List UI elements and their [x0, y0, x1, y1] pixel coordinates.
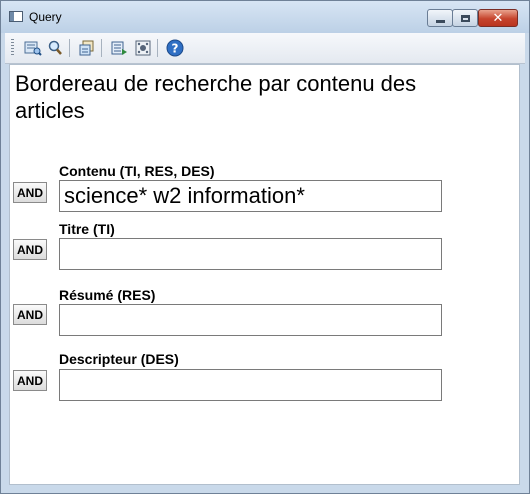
- app-icon: [9, 11, 23, 22]
- help-icon[interactable]: ?: [165, 38, 185, 58]
- close-button[interactable]: ✕: [478, 9, 518, 27]
- history-icon[interactable]: [77, 38, 97, 58]
- descripteur-label: Descripteur (DES): [59, 351, 179, 367]
- minimize-icon: [435, 19, 445, 23]
- query-form: Bordereau de recherche par contenu des a…: [9, 64, 520, 485]
- titre-input[interactable]: [59, 238, 442, 270]
- maximize-button[interactable]: [452, 9, 478, 27]
- resume-operator-button[interactable]: AND: [13, 304, 47, 325]
- toolbar-separator: [101, 39, 102, 57]
- toolbar-separator: [157, 39, 158, 57]
- settings-icon[interactable]: [133, 38, 153, 58]
- maximize-icon: [460, 14, 470, 22]
- titre-label: Titre (TI): [59, 221, 115, 237]
- close-icon: ✕: [492, 10, 504, 26]
- contenu-label: Contenu (TI, RES, DES): [59, 163, 215, 179]
- toolbar-separator: [69, 39, 70, 57]
- svg-text:?: ?: [172, 42, 179, 56]
- contenu-operator-button[interactable]: AND: [13, 182, 47, 203]
- resume-input[interactable]: [59, 304, 442, 336]
- toolbar-grip[interactable]: [11, 39, 14, 57]
- descripteur-input[interactable]: [59, 369, 442, 401]
- minimize-button[interactable]: [427, 9, 453, 27]
- descripteur-operator-button[interactable]: AND: [13, 370, 47, 391]
- resume-label: Résumé (RES): [59, 287, 156, 303]
- search-form-icon[interactable]: [23, 38, 43, 58]
- titre-operator-button[interactable]: AND: [13, 239, 47, 260]
- export-icon[interactable]: [109, 38, 129, 58]
- form-heading: Bordereau de recherche par contenu des a…: [15, 71, 417, 123]
- title-bar[interactable]: Query ✕: [1, 1, 529, 33]
- toolbar: ?: [5, 33, 525, 64]
- query-window: Query ✕ ? Bordereau de recherche par con…: [0, 0, 530, 494]
- magnifier-icon[interactable]: [45, 38, 65, 58]
- window-title: Query: [29, 10, 62, 24]
- contenu-input[interactable]: [59, 180, 442, 212]
